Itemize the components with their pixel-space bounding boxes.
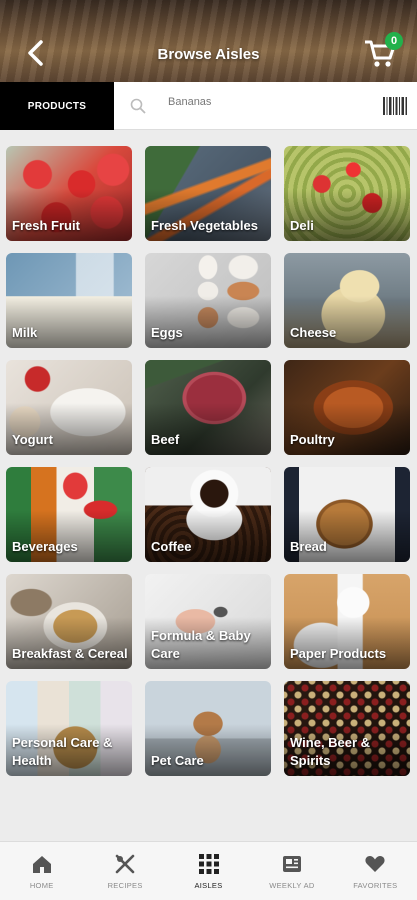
nav-aisles[interactable]: AISLES (167, 842, 250, 900)
aisle-tile-bread[interactable]: Bread (284, 467, 410, 562)
bottom-nav: HOME RECIPES AISLES WEEKLY AD FAVORITES (0, 841, 417, 900)
products-tab[interactable]: PRODUCTS (0, 82, 114, 130)
aisle-label: Wine, Beer & Spirits (290, 735, 371, 768)
barcode-scan-icon[interactable] (383, 97, 407, 115)
aisle-label: Beef (151, 432, 180, 447)
aisle-grid: Fresh Fruit Fresh Vegetables Deli Milk E… (6, 146, 413, 776)
aisle-tile-milk[interactable]: Milk (6, 253, 132, 348)
aisle-tile-paper-products[interactable]: Paper Products (284, 574, 410, 669)
aisle-tile-fresh-fruit[interactable]: Fresh Fruit (6, 146, 132, 241)
newspaper-icon (282, 856, 301, 872)
aisle-label: Personal Care & Health (12, 735, 113, 768)
nav-home[interactable]: HOME (0, 842, 83, 900)
page-title: Browse Aisles (157, 46, 260, 63)
aisle-tile-wine-beer-spirits[interactable]: Wine, Beer & Spirits (284, 681, 410, 776)
nav-recipes[interactable]: RECIPES (83, 842, 166, 900)
aisle-label: Eggs (151, 325, 183, 340)
nav-recipes-label: RECIPES (107, 881, 143, 890)
aisle-label: Yogurt (12, 432, 53, 447)
aisle-tile-formula-baby-care[interactable]: Formula & Baby Care (145, 574, 271, 669)
cart-count-badge: 0 (385, 32, 403, 50)
aisle-label: Bread (290, 539, 327, 554)
nav-home-label: HOME (29, 881, 54, 890)
aisle-label: Fresh Vegetables (151, 218, 258, 233)
aisle-tile-yogurt[interactable]: Yogurt (6, 360, 132, 455)
search-bar: PRODUCTS (0, 82, 417, 130)
aisle-label: Milk (12, 325, 38, 340)
aisle-label: Formula & Baby Care (151, 628, 251, 661)
aisle-tile-coffee[interactable]: Coffee (145, 467, 271, 562)
aisle-tile-beef[interactable]: Beef (145, 360, 271, 455)
aisle-tile-deli[interactable]: Deli (284, 146, 410, 241)
aisle-label: Paper Products (290, 646, 387, 661)
aisle-label: Cheese (290, 325, 337, 340)
nav-weekly-ad[interactable]: WEEKLY AD (250, 842, 333, 900)
home-icon (32, 856, 51, 873)
header-banner: Browse Aisles 0 (0, 0, 417, 85)
aisle-label: Pet Care (151, 753, 204, 768)
heart-icon (365, 856, 385, 872)
aisle-label: Deli (290, 218, 314, 233)
nav-weekly-ad-label: WEEKLY AD (269, 881, 315, 890)
aisle-label: Beverages (12, 539, 78, 554)
aisle-tile-fresh-vegetables[interactable]: Fresh Vegetables (145, 146, 271, 241)
aisle-tile-beverages[interactable]: Beverages (6, 467, 132, 562)
aisle-tile-cheese[interactable]: Cheese (284, 253, 410, 348)
aisle-tile-poultry[interactable]: Poultry (284, 360, 410, 455)
cart-button[interactable]: 0 (363, 32, 403, 70)
aisle-label: Fresh Fruit (12, 218, 80, 233)
search-icon (130, 98, 146, 114)
utensils-icon (115, 854, 135, 874)
aisle-label: Coffee (151, 539, 192, 554)
grid-icon (198, 854, 219, 874)
aisle-label: Breakfast & Cereal (12, 646, 128, 661)
nav-aisles-label: AISLES (194, 881, 223, 890)
aisle-tile-eggs[interactable]: Eggs (145, 253, 271, 348)
nav-favorites-label: FAVORITES (353, 881, 398, 890)
search-field (114, 82, 417, 129)
aisle-tile-pet-care[interactable]: Pet Care (145, 681, 271, 776)
nav-favorites[interactable]: FAVORITES (334, 842, 417, 900)
search-input[interactable] (168, 96, 368, 108)
aisle-tile-personal-care-health[interactable]: Personal Care & Health (6, 681, 132, 776)
aisle-label: Poultry (290, 432, 335, 447)
aisle-tile-breakfast-cereal[interactable]: Breakfast & Cereal (6, 574, 132, 669)
